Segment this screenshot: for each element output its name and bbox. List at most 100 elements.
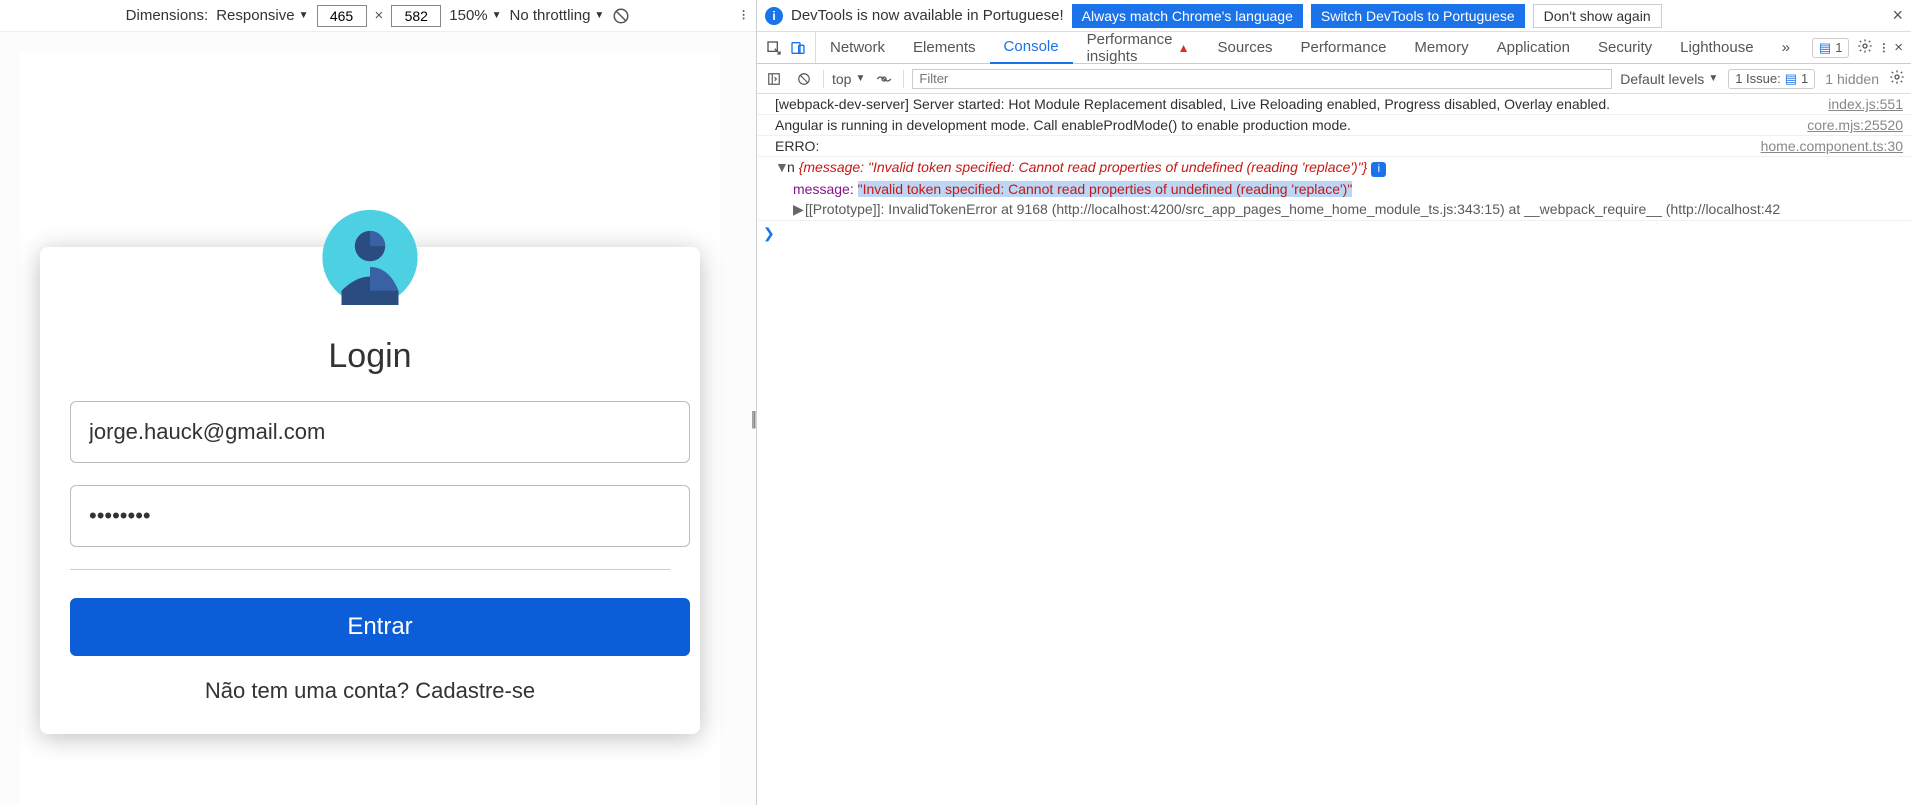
log-levels-select[interactable]: Default levels ▼ <box>1620 71 1718 87</box>
tabs-right-controls: ▤ 1 ⁝ × <box>1804 32 1911 63</box>
console-output[interactable]: [webpack-dev-server] Server started: Hot… <box>757 94 1911 805</box>
tab-elements[interactable]: Elements <box>899 32 990 64</box>
collapse-icon[interactable]: ▼ <box>775 159 787 175</box>
caret-down-icon: ▼ <box>594 10 604 21</box>
info-bar-text: DevTools is now available in Portuguese! <box>791 7 1064 24</box>
caret-down-icon: ▼ <box>492 10 502 21</box>
device-mode-value: Responsive <box>216 7 294 24</box>
device-mode-select[interactable]: Responsive ▼ <box>216 7 308 24</box>
log-object-prototype[interactable]: ▶[[Prototype]]: InvalidTokenError at 916… <box>757 199 1911 221</box>
close-devtools-icon[interactable]: × <box>1894 39 1903 56</box>
tab-memory[interactable]: Memory <box>1400 32 1482 64</box>
caret-down-icon: ▼ <box>855 73 865 84</box>
preview-viewport: Login Entrar Não tem uma conta? Cadastre… <box>0 32 756 805</box>
object-name: n <box>787 159 799 175</box>
email-input[interactable] <box>70 401 690 463</box>
issues-pill[interactable]: 1 Issue: ▤ 1 <box>1728 69 1815 89</box>
prototype-line: ▶[[Prototype]]: InvalidTokenError at 916… <box>793 201 1903 218</box>
login-submit-button[interactable]: Entrar <box>70 598 690 656</box>
log-message: ERRO: <box>775 138 1753 154</box>
object-property: message: "Invalid token specified: Canno… <box>793 181 1903 197</box>
tab-performance-insights[interactable]: Performance insights ▲ <box>1073 32 1204 64</box>
signup-link[interactable]: Não tem uma conta? Cadastre-se <box>70 678 670 704</box>
console-toolbar: top ▼ Default levels ▼ 1 Issue: ▤ 1 1 hi… <box>757 64 1911 94</box>
log-row[interactable]: Angular is running in development mode. … <box>757 115 1911 136</box>
rotate-icon[interactable] <box>612 7 630 25</box>
devtools-pane: i DevTools is now available in Portugues… <box>757 0 1911 805</box>
tab-sources[interactable]: Sources <box>1204 32 1287 64</box>
levels-value: Default levels <box>1620 71 1704 87</box>
log-message: [webpack-dev-server] Server started: Hot… <box>775 96 1820 112</box>
tab-application[interactable]: Application <box>1483 32 1584 64</box>
tab-lighthouse[interactable]: Lighthouse <box>1666 32 1767 64</box>
device-preview-pane: Dimensions: Responsive ▼ × 150% ▼ No thr… <box>0 0 757 805</box>
kebab-menu-icon[interactable]: ⁝ <box>1881 39 1886 57</box>
info-badge-icon[interactable]: i <box>1371 162 1386 177</box>
property-colon: : <box>850 181 858 197</box>
tab-console[interactable]: Console <box>990 32 1073 64</box>
tab-network[interactable]: Network <box>816 32 899 64</box>
zoom-value: 150% <box>449 7 487 24</box>
dismiss-button[interactable]: Don't show again <box>1533 4 1662 28</box>
hidden-messages[interactable]: 1 hidden <box>1825 71 1879 87</box>
size-separator: × <box>375 7 384 24</box>
issue-icon: ▤ <box>1785 71 1797 87</box>
avatar-icon <box>323 210 418 305</box>
throttle-select[interactable]: No throttling ▼ <box>510 7 605 24</box>
context-value: top <box>832 71 851 87</box>
dimensions-label: Dimensions: <box>126 7 209 24</box>
console-prompt[interactable]: ❯ <box>757 221 1911 246</box>
kebab-menu-icon[interactable]: ⁝ <box>741 6 746 24</box>
toolbar-separator <box>823 70 824 88</box>
execution-context-select[interactable]: top ▼ <box>832 71 865 87</box>
device-toggle-icon[interactable] <box>787 37 809 59</box>
caret-down-icon: ▼ <box>1708 73 1718 84</box>
console-sidebar-toggle-icon[interactable] <box>763 68 785 90</box>
live-expression-icon[interactable] <box>873 68 895 90</box>
prototype-key: [[Prototype]] <box>805 201 880 217</box>
caret-down-icon: ▼ <box>299 10 309 21</box>
log-object-property[interactable]: message: "Invalid token specified: Canno… <box>757 179 1911 199</box>
console-toolbar-right: Default levels ▼ 1 Issue: ▤ 1 1 hidden <box>1620 69 1905 89</box>
form-divider <box>70 569 670 570</box>
property-key: message <box>793 181 850 197</box>
log-object-preview: ▼n {message: "Invalid token specified: C… <box>775 159 1903 177</box>
tabs-overflow-icon[interactable]: » <box>1768 32 1804 64</box>
switch-language-button[interactable]: Switch DevTools to Portuguese <box>1311 4 1525 28</box>
tab-label: Performance insights <box>1087 31 1174 65</box>
log-message: Angular is running in development mode. … <box>775 117 1799 133</box>
viewport-height-input[interactable] <box>391 5 441 27</box>
tab-list: Network Elements Console Performance ins… <box>816 32 1804 63</box>
device-toolbar: Dimensions: Responsive ▼ × 150% ▼ No thr… <box>0 0 756 32</box>
issue-icon: ▤ <box>1819 40 1831 56</box>
log-source-link[interactable]: home.component.ts:30 <box>1753 138 1903 154</box>
tab-performance[interactable]: Performance <box>1287 32 1401 64</box>
settings-icon[interactable] <box>1857 38 1873 58</box>
inspect-element-icon[interactable] <box>763 37 785 59</box>
toolbar-separator <box>903 70 904 88</box>
always-match-language-button[interactable]: Always match Chrome's language <box>1072 4 1303 28</box>
log-row[interactable]: [webpack-dev-server] Server started: Hot… <box>757 94 1911 115</box>
log-source-link[interactable]: index.js:551 <box>1820 96 1903 112</box>
login-card: Login Entrar Não tem uma conta? Cadastre… <box>40 247 700 734</box>
viewport-width-input[interactable] <box>317 5 367 27</box>
expand-icon[interactable]: ▶ <box>793 201 805 218</box>
log-row[interactable]: ERRO: home.component.ts:30 <box>757 136 1911 157</box>
log-source-link[interactable]: core.mjs:25520 <box>1799 117 1903 133</box>
object-key: message: <box>803 159 868 175</box>
zoom-select[interactable]: 150% ▼ <box>449 7 501 24</box>
log-row-object[interactable]: ▼n {message: "Invalid token specified: C… <box>757 157 1911 179</box>
throttle-value: No throttling <box>510 7 591 24</box>
devtools-info-bar: i DevTools is now available in Portugues… <box>757 0 1911 32</box>
clear-console-icon[interactable] <box>793 68 815 90</box>
tab-security[interactable]: Security <box>1584 32 1666 64</box>
issues-count: 1 <box>1835 40 1842 55</box>
password-input[interactable] <box>70 485 690 547</box>
close-icon[interactable]: × <box>1892 5 1903 26</box>
issues-counter[interactable]: ▤ 1 <box>1812 38 1850 58</box>
console-settings-icon[interactable] <box>1889 69 1905 88</box>
issue-label: 1 Issue: <box>1735 71 1781 86</box>
devtools-tabs: Network Elements Console Performance ins… <box>757 32 1911 64</box>
console-filter-input[interactable] <box>912 69 1612 89</box>
pane-resize-handle[interactable]: || <box>751 408 754 429</box>
